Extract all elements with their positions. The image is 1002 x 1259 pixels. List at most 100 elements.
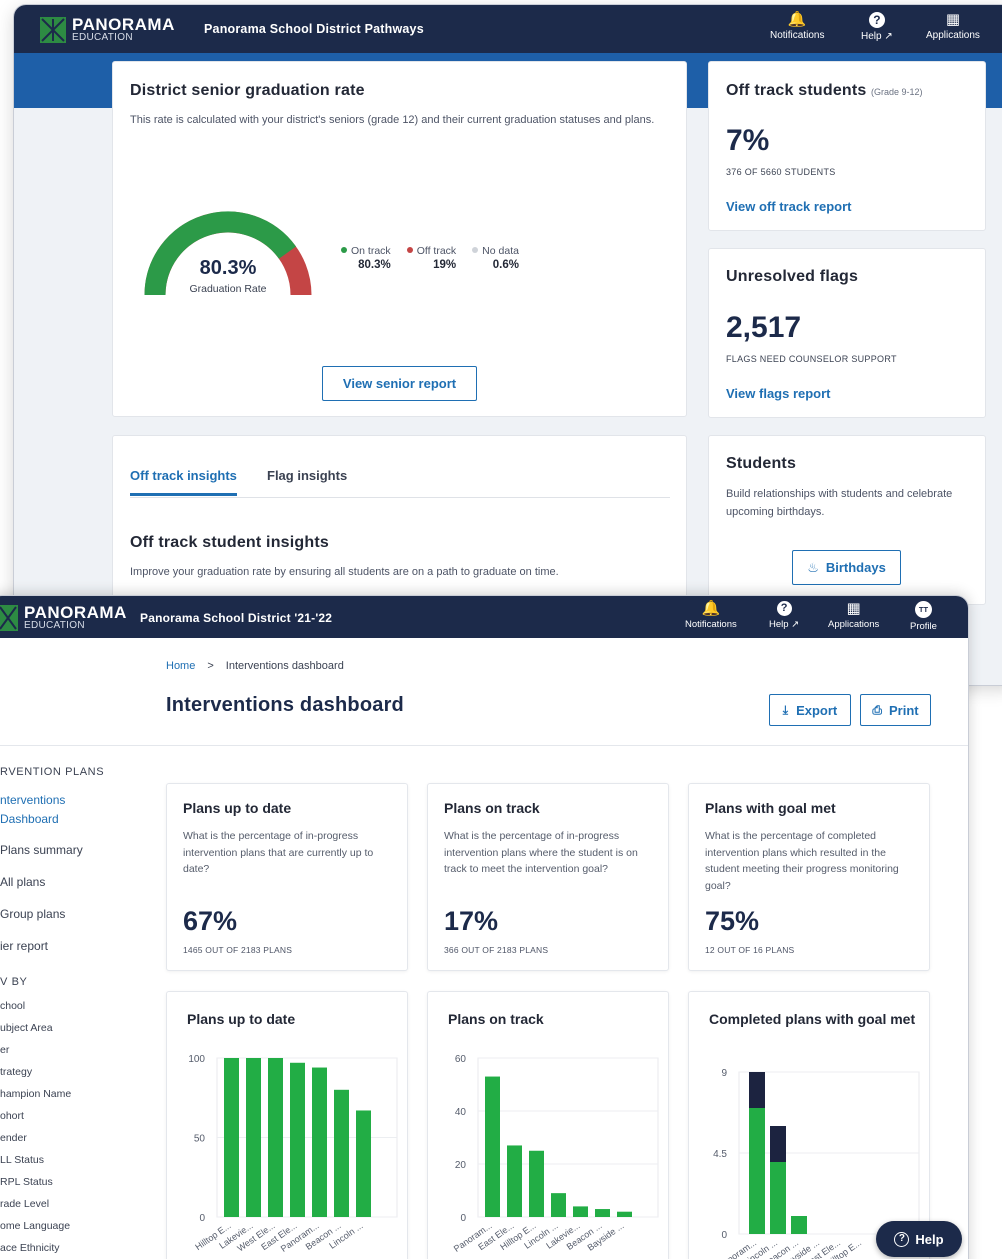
applications-label: Applications — [828, 619, 880, 630]
bar[interactable] — [770, 1126, 786, 1162]
bar[interactable] — [573, 1206, 588, 1217]
bar[interactable] — [268, 1058, 283, 1217]
off-track-card: Off track students (Grade 9-12) 7% 376 O… — [708, 61, 986, 231]
bar[interactable] — [749, 1108, 765, 1234]
sidebar-item-plans-summary[interactable]: Plans summary — [0, 843, 150, 857]
help-button-label: Help — [915, 1231, 944, 1247]
filter-item[interactable]: ome Language — [0, 1215, 150, 1237]
help-icon: ? — [868, 12, 885, 28]
filter-item[interactable]: trategy — [0, 1061, 150, 1083]
chart-plans-on-track: 6040200Panoram...East Ele...Hilltop E...… — [452, 1054, 659, 1254]
cake-icon: ♨ — [807, 559, 819, 575]
insights-heading: Off track student insights — [130, 534, 329, 551]
sidebar-item-dashboard[interactable]: nterventions Dashboard — [0, 791, 150, 829]
profile-button[interactable]: TT Profile — [910, 601, 937, 632]
bar[interactable] — [529, 1150, 544, 1217]
bar[interactable] — [312, 1067, 327, 1217]
help-button[interactable]: ? Help ↗ — [769, 601, 799, 630]
view-senior-report-button[interactable]: View senior report — [322, 366, 477, 401]
applications-button[interactable]: ▦ Applications — [828, 601, 879, 630]
sidebar-item-label: Dashboard — [0, 812, 59, 826]
flags-caption: FLAGS NEED COUNSELOR SUPPORT — [726, 354, 897, 364]
bar[interactable] — [485, 1076, 500, 1217]
filter-item[interactable]: rade Level — [0, 1193, 150, 1215]
view-flags-report-link[interactable]: View flags report — [726, 386, 831, 401]
bar[interactable] — [595, 1209, 610, 1217]
tab-off-track-insights[interactable]: Off track insights — [130, 468, 237, 496]
stat-card: Plans on track What is the percentage of… — [427, 783, 669, 971]
y-tick-label: 40 — [455, 1107, 467, 1118]
print-label: Print — [888, 702, 919, 718]
export-button[interactable]: ⤓ Export — [769, 694, 851, 726]
chart-card-on-track: Plans on track 60 40 20 0 Panoram... East Ele… — [427, 991, 669, 1259]
y-tick-label: 60 — [455, 1054, 467, 1065]
stat-description: What is the percentage of completed inte… — [705, 830, 899, 892]
stat-description: What is the percentage of in-progress in… — [444, 830, 638, 875]
filter-item[interactable]: ubject Area — [0, 1017, 150, 1039]
view-off-track-report-link[interactable]: View off track report — [726, 199, 851, 214]
page-header: Home > Interventions dashboard Intervent… — [0, 638, 968, 746]
interventions-window: PANORAMA EDUCATION Panorama School Distr… — [0, 596, 968, 1259]
grid-icon: ▦ — [945, 11, 961, 28]
sidebar-item-group-plans[interactable]: Group plans — [0, 907, 150, 921]
filter-item[interactable]: chool — [0, 995, 150, 1017]
filter-item[interactable]: ohort — [0, 1105, 150, 1127]
notifications-button[interactable]: 🔔 Notifications — [770, 12, 824, 41]
stat-title: Plans up to date — [183, 800, 292, 816]
y-tick-label: 9 — [721, 1068, 727, 1079]
filter-item[interactable]: hampion Name — [0, 1083, 150, 1105]
notifications-button[interactable]: 🔔 Notifications — [685, 601, 737, 630]
bar[interactable] — [356, 1110, 371, 1217]
help-button[interactable]: ? Help ↗ — [861, 12, 893, 42]
chart-plans-up-to-date: 100500Hilltop E...Lakevie...West Ele...E… — [188, 1054, 398, 1254]
bar[interactable] — [749, 1072, 765, 1108]
legend-dot — [341, 247, 347, 253]
breadcrumb-home[interactable]: Home — [166, 660, 195, 672]
stat-caption: 366 OUT OF 2183 PLANS — [444, 945, 549, 955]
bar[interactable] — [290, 1062, 305, 1217]
help-circle-icon: ? — [894, 1231, 910, 1247]
graduation-rate-card: District senior graduation rate This rat… — [112, 61, 687, 417]
bar[interactable] — [246, 1058, 261, 1217]
panorama-logo[interactable]: PANORAMA EDUCATION — [40, 16, 175, 43]
bar[interactable] — [791, 1216, 807, 1234]
bar[interactable] — [334, 1089, 349, 1217]
birthdays-button[interactable]: ♨ Birthdays — [792, 550, 901, 585]
filter-item[interactable]: ace Ethnicity — [0, 1237, 150, 1259]
printer-icon: ⎙ — [872, 702, 882, 717]
unresolved-flags-card: Unresolved flags 2,517 FLAGS NEED COUNSE… — [708, 248, 986, 418]
insights-description: Improve your graduation rate by ensuring… — [130, 566, 559, 578]
legend-item: No data 0.6% — [472, 245, 519, 271]
bar[interactable] — [551, 1193, 566, 1217]
y-tick-label: 0 — [199, 1213, 205, 1224]
applications-button[interactable]: ▦ Applications — [926, 12, 980, 41]
panorama-logo[interactable]: PANORAMA EDUCATION — [0, 604, 127, 631]
district-name: Panorama School District '21-'22 — [140, 611, 333, 625]
tab-flag-insights[interactable]: Flag insights — [267, 468, 347, 483]
filter-item[interactable]: RPL Status — [0, 1171, 150, 1193]
y-tick-label: 100 — [188, 1054, 205, 1065]
sidebar-item-tier-report[interactable]: ier report — [0, 939, 150, 953]
panorama-logo-icon — [40, 16, 66, 43]
filter-item[interactable]: LL Status — [0, 1149, 150, 1171]
bell-icon: 🔔 — [787, 11, 807, 28]
students-card: Students Build relationships with studen… — [708, 435, 986, 605]
floating-help-button[interactable]: ? Help — [876, 1221, 962, 1257]
sidebar-item-all-plans[interactable]: All plans — [0, 875, 150, 889]
bell-icon: 🔔 — [701, 600, 721, 617]
bar[interactable] — [507, 1145, 522, 1217]
bar[interactable] — [617, 1211, 632, 1217]
legend-dot — [472, 247, 479, 253]
pathways-window: PANORAMA EDUCATION Panorama School Distr… — [14, 5, 1002, 685]
print-button[interactable]: ⎙ Print — [860, 694, 931, 726]
bar[interactable] — [224, 1058, 239, 1217]
chart-title: Plans on track — [448, 1011, 544, 1027]
legend-value: 19% — [433, 259, 457, 271]
sidebar-item-label: nterventions — [0, 793, 66, 807]
filter-item[interactable]: er — [0, 1039, 150, 1061]
breadcrumb-current: Interventions dashboard — [225, 660, 344, 672]
filter-item[interactable]: ender — [0, 1127, 150, 1149]
bar[interactable] — [770, 1162, 786, 1234]
students-description: Build relationships with students and ce… — [726, 488, 953, 518]
chart-card-goal-met: Completed plans with goal met 9 4.5 0 Panor… — [688, 991, 930, 1259]
